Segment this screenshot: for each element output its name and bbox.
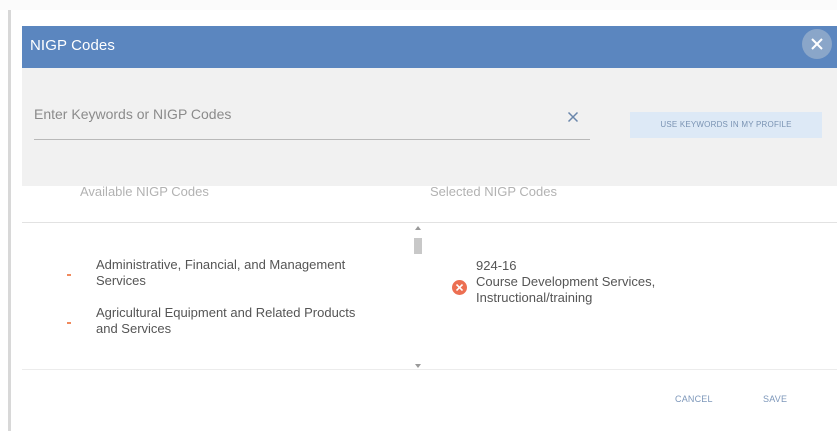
available-code-label: Administrative, Financial, and Managemen… bbox=[96, 257, 346, 288]
list-item[interactable]: Administrative, Financial, and Managemen… bbox=[22, 257, 402, 291]
list-item[interactable]: Agricultural Equipment and Related Produ… bbox=[22, 305, 402, 339]
remove-selected-code-button[interactable] bbox=[452, 280, 467, 295]
dialog-header: NIGP Codes bbox=[22, 26, 837, 68]
available-list-scrollbar[interactable] bbox=[413, 226, 423, 368]
search-input[interactable]: Enter Keywords or NIGP Codes bbox=[34, 102, 590, 140]
available-code-label: Agricultural Equipment and Related Produ… bbox=[96, 305, 356, 336]
footer-divider bbox=[22, 369, 837, 370]
scroll-down-arrow-icon[interactable] bbox=[415, 364, 421, 368]
selected-code-number: 924-16 bbox=[476, 258, 517, 273]
save-button[interactable]: SAVE bbox=[763, 394, 787, 404]
page-background bbox=[0, 0, 837, 10]
available-codes-list: Administrative, Financial, and Managemen… bbox=[22, 223, 427, 367]
search-placeholder: Enter Keywords or NIGP Codes bbox=[34, 106, 232, 122]
search-section: Enter Keywords or NIGP Codes USE KEYWORD… bbox=[22, 68, 837, 186]
page-border bbox=[8, 10, 11, 431]
close-icon bbox=[811, 38, 823, 50]
cancel-button[interactable]: CANCEL bbox=[675, 394, 713, 404]
selected-codes-header: Selected NIGP Codes bbox=[430, 184, 557, 199]
scroll-up-arrow-icon[interactable] bbox=[415, 226, 421, 230]
bullet-icon bbox=[67, 322, 71, 324]
close-button[interactable] bbox=[802, 29, 832, 59]
clear-search-icon bbox=[567, 111, 579, 123]
nigp-codes-dialog: NIGP Codes Enter Keywords or NIGP Codes … bbox=[22, 26, 837, 431]
bullet-icon bbox=[67, 274, 71, 276]
available-codes-header: Available NIGP Codes bbox=[80, 184, 209, 199]
dialog-title: NIGP Codes bbox=[30, 37, 115, 54]
use-keywords-in-profile-button[interactable]: USE KEYWORDS IN MY PROFILE bbox=[630, 112, 822, 138]
scroll-thumb[interactable] bbox=[414, 238, 422, 254]
selected-code-name: Course Development Services, Instruction… bbox=[476, 274, 656, 305]
remove-circle-icon bbox=[456, 284, 463, 291]
clear-search-button[interactable] bbox=[567, 110, 581, 124]
